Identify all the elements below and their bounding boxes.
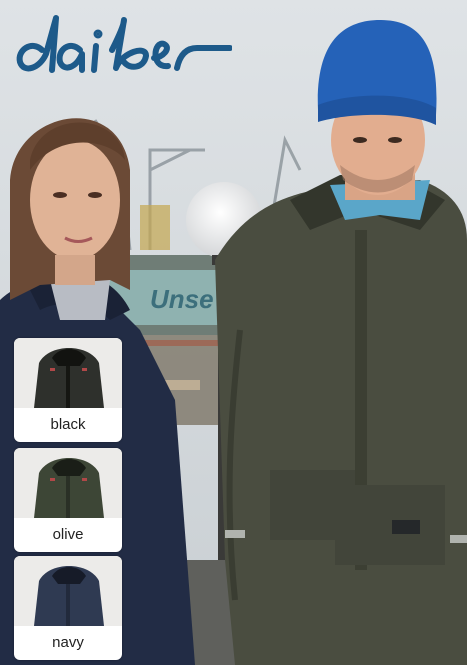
daiber-logo	[16, 15, 232, 73]
swatch-black[interactable]: black	[14, 338, 122, 442]
swatch-olive-image	[14, 448, 122, 518]
swatch-navy-label: navy	[52, 634, 84, 651]
swatch-olive-label: olive	[52, 526, 84, 543]
swatch-olive[interactable]: olive	[14, 448, 122, 552]
swatch-black-image	[14, 338, 122, 408]
harbour-sign-text: Unse	[150, 284, 214, 314]
swatch-navy[interactable]: navy	[14, 556, 122, 660]
swatch-black-label: black	[50, 416, 86, 433]
product-catalog-page: Unse black olive navy	[0, 0, 467, 665]
swatch-navy-image	[14, 556, 122, 626]
